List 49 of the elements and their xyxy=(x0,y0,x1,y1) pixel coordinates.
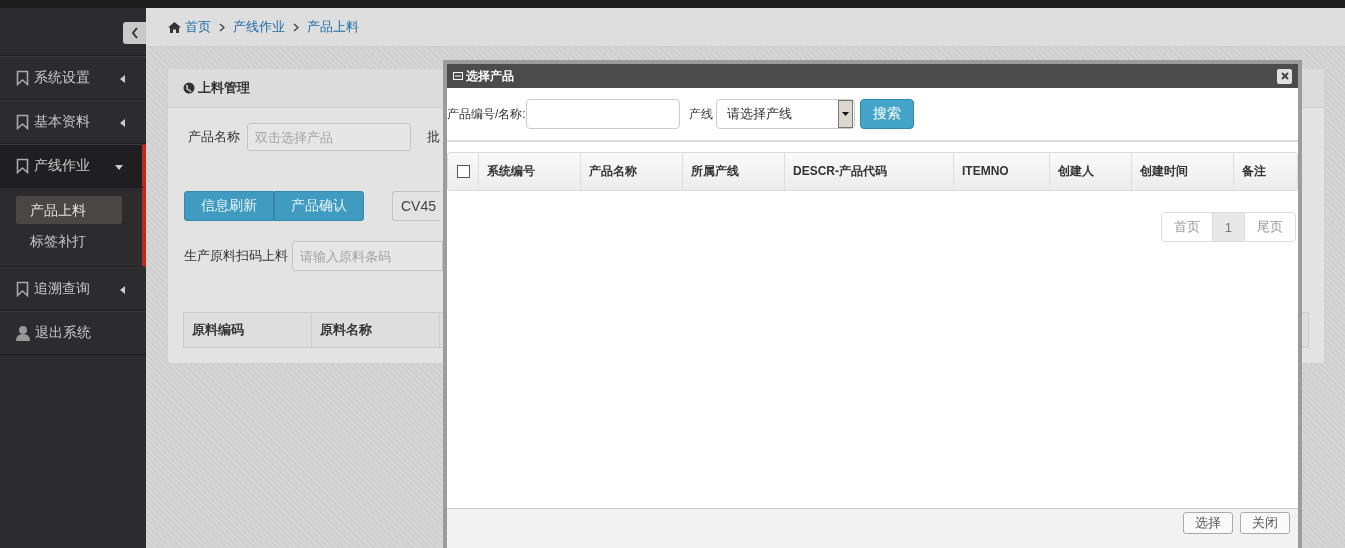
caret-down-icon xyxy=(115,163,123,171)
field-label: 产品名称 xyxy=(188,128,240,146)
column-header: DESCR-产品代码 xyxy=(784,153,953,190)
column-header: ITEMNO xyxy=(953,153,1049,190)
bookmark-icon xyxy=(16,158,29,174)
home-icon xyxy=(168,21,181,33)
caret-left-icon xyxy=(119,119,127,127)
panel-title: 上料管理 xyxy=(198,79,250,97)
column-header: 创建人 xyxy=(1049,153,1131,190)
line-select[interactable]: 请选择产线 xyxy=(715,99,855,129)
dialog-button[interactable]: 关闭 xyxy=(1240,512,1290,534)
bookmark-icon xyxy=(16,114,29,130)
breadcrumb-link[interactable]: 首页 xyxy=(185,18,211,36)
submenu-item[interactable]: 产品上料 xyxy=(16,196,122,224)
select-all-checkbox[interactable] xyxy=(457,165,470,178)
chevron-left-icon xyxy=(130,27,139,39)
sidebar-item[interactable]: 退出系统 xyxy=(0,311,146,355)
pagination-button[interactable]: 1 xyxy=(1211,212,1245,242)
user-icon xyxy=(16,325,30,341)
dropdown-arrow-icon xyxy=(841,112,849,116)
column-header: 备注 xyxy=(1233,153,1297,190)
field-label: 批 xyxy=(427,128,440,146)
line-field[interactable]: CV45 xyxy=(392,191,440,221)
breadcrumb-link[interactable]: 产线作业 xyxy=(233,18,285,36)
breadcrumb-link[interactable]: 产品上料 xyxy=(307,18,359,36)
close-icon xyxy=(1280,72,1289,80)
column-header: 原料名称 xyxy=(312,313,440,347)
field-label: 产线 xyxy=(688,105,713,123)
dialog-button[interactable]: 选择 xyxy=(1183,512,1233,534)
dialog-title: 选择产品 xyxy=(466,67,514,85)
caret-left-icon xyxy=(119,75,127,83)
column-header: 所属产线 xyxy=(682,153,784,190)
bookmark-icon xyxy=(16,281,29,297)
field-label: 生产原料扫码上料 xyxy=(184,247,288,265)
scan-field[interactable]: 请输入原料条码 xyxy=(292,241,443,271)
sidebar-item[interactable]: 产线作业 xyxy=(0,144,146,188)
field-label: 产品编号/名称: xyxy=(447,105,526,123)
column-header: 创建时间 xyxy=(1131,153,1233,190)
column-header: 产品名称 xyxy=(580,153,682,190)
column-header: 系统编号 xyxy=(478,153,580,190)
collapse-button[interactable] xyxy=(123,22,146,44)
product-search-field[interactable] xyxy=(525,99,680,129)
close-button[interactable] xyxy=(1277,68,1292,84)
column-header: 原料编码 xyxy=(184,313,312,347)
product-field[interactable]: 双击选择产品 xyxy=(247,123,411,151)
bookmark-icon xyxy=(16,70,29,86)
submenu-item[interactable]: 标签补打 xyxy=(16,227,122,255)
caret-left-icon xyxy=(119,286,127,294)
window-icon xyxy=(453,72,463,80)
